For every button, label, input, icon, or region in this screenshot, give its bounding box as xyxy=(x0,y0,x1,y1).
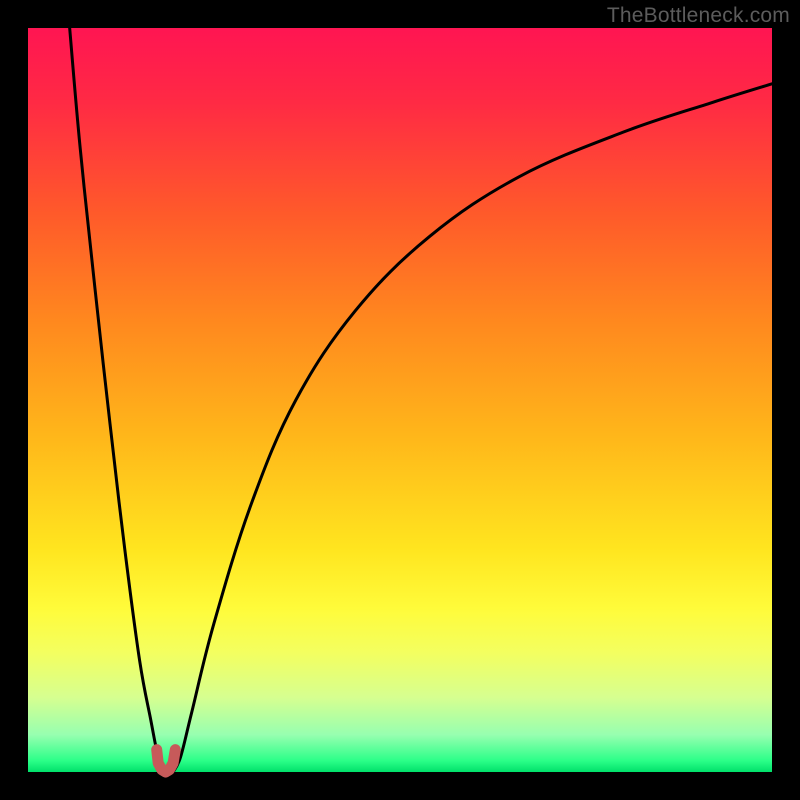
chart-frame: TheBottleneck.com xyxy=(0,0,800,800)
bottom-marker xyxy=(157,750,176,772)
watermark-text: TheBottleneck.com xyxy=(607,4,790,28)
curve-layer xyxy=(28,28,772,772)
right-branch-curve xyxy=(173,84,772,772)
left-branch-curve xyxy=(70,28,164,772)
plot-area xyxy=(28,28,772,772)
